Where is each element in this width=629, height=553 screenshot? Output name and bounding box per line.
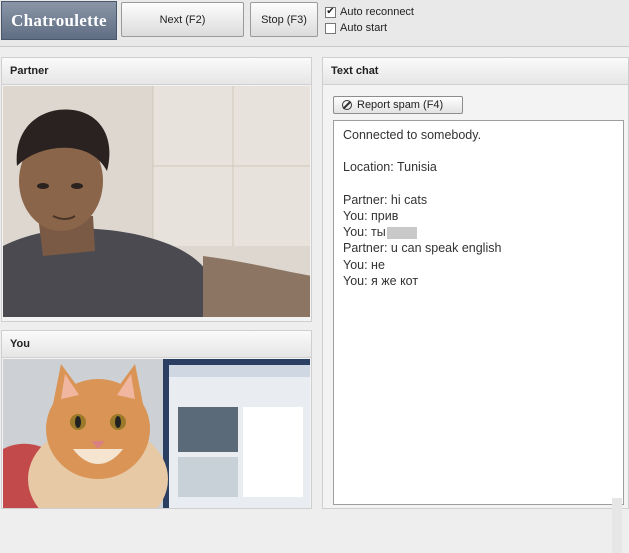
chat-message: You: прив (343, 208, 399, 223)
chat-message: You: ты (343, 224, 614, 240)
chatroulette-logo[interactable]: Chatroulette (1, 1, 117, 40)
chat-system-message: Connected to somebody. (343, 128, 482, 142)
auto-reconnect-option[interactable]: ✔ Auto reconnect (325, 4, 414, 20)
partner-video-frame (3, 86, 310, 317)
chat-scrollbar[interactable] (612, 498, 622, 553)
stop-button[interactable]: Stop (F3) (250, 2, 318, 37)
auto-reconnect-checkbox[interactable]: ✔ (325, 6, 336, 18)
chat-system-message: Location: Tunisia (343, 160, 437, 175)
report-spam-label: Report spam (F4) (357, 99, 444, 111)
censored-text-block (386, 226, 417, 239)
you-video (3, 359, 310, 508)
you-panel: You (1, 330, 312, 509)
chat-message: You: я же кот (343, 274, 419, 289)
you-video-frame (3, 359, 310, 508)
partner-panel: Partner (1, 57, 312, 322)
options-group: ✔ Auto reconnect Auto start (325, 4, 414, 36)
text-chat-panel: Text chat Report spam (F4) Connected to … (322, 57, 629, 553)
chat-message-text: You: ты (343, 225, 386, 240)
chat-message: You: не (343, 257, 385, 272)
auto-start-label: Auto start (340, 22, 388, 34)
ban-icon (342, 100, 352, 110)
partner-panel-title: Partner (2, 58, 311, 85)
report-spam-button[interactable]: Report spam (F4) (333, 96, 463, 114)
text-chat-title: Text chat (323, 58, 628, 85)
auto-start-option[interactable]: Auto start (325, 20, 414, 36)
chat-message: Partner: hi cats (343, 192, 428, 207)
next-button[interactable]: Next (F2) (121, 2, 244, 37)
auto-reconnect-label: Auto reconnect (340, 6, 414, 18)
chat-message: Partner: u can speak english (343, 241, 502, 256)
chat-log[interactable]: Connected to somebody. Location: Tunisia… (333, 120, 624, 505)
top-toolbar: Chatroulette Next (F2) Stop (F3) ✔ Auto … (0, 0, 629, 47)
partner-video (3, 86, 310, 317)
you-panel-title: You (2, 331, 311, 358)
auto-start-checkbox[interactable] (325, 22, 336, 34)
